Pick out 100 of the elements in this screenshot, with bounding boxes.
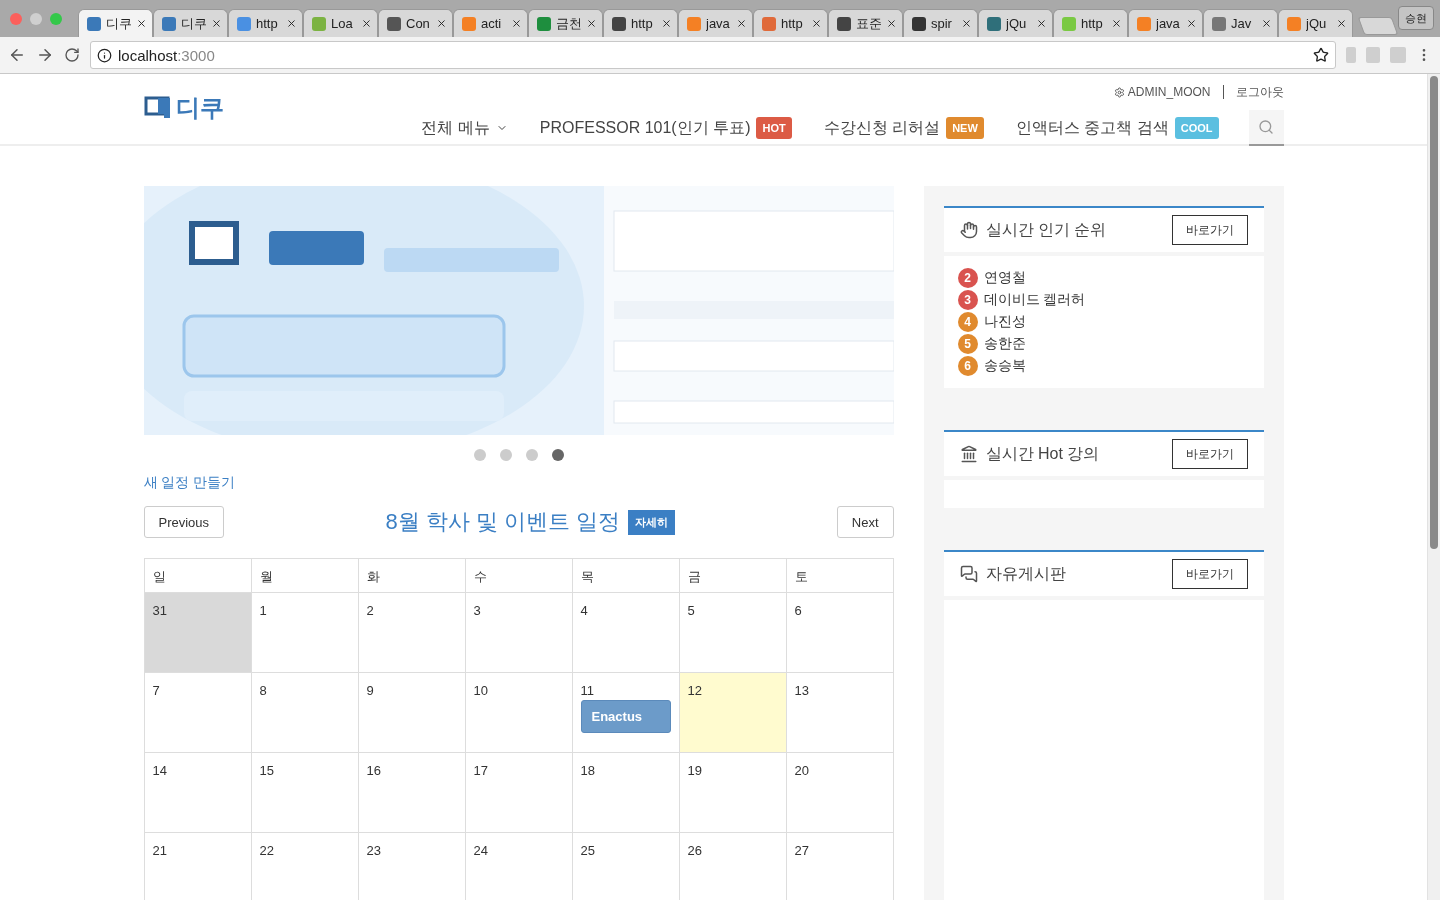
calendar-cell[interactable]: 1 xyxy=(251,593,359,673)
nav-link[interactable]: PROFESSOR 101(인기 투표) HOT xyxy=(539,117,792,139)
browser-tab[interactable]: jQu xyxy=(1278,9,1353,37)
search-button[interactable] xyxy=(1248,110,1284,146)
panel-title: 실시간 인기 순위 xyxy=(985,219,1108,240)
close-icon[interactable] xyxy=(286,18,297,29)
user-link[interactable]: ADMIN_MOON xyxy=(1113,85,1211,99)
rank-badge: 5 xyxy=(957,334,978,354)
browser-tab[interactable]: 표준 xyxy=(828,9,903,37)
carousel-dot[interactable] xyxy=(525,449,538,461)
day-number: 24 xyxy=(473,843,489,858)
calendar-cell[interactable]: 3 xyxy=(465,593,573,673)
browser-tab[interactable]: http xyxy=(228,9,303,37)
close-icon[interactable] xyxy=(1111,18,1122,29)
close-icon[interactable] xyxy=(586,18,597,29)
calendar-cell[interactable]: 8 xyxy=(251,673,359,753)
bank-icon xyxy=(959,445,978,463)
browser-tab[interactable]: Con xyxy=(378,9,453,37)
calendar-cell[interactable]: 5 xyxy=(679,593,787,673)
browser-tab[interactable]: Loa xyxy=(303,9,378,37)
browser-tab[interactable]: jQu xyxy=(978,9,1053,37)
carousel-dot[interactable] xyxy=(473,449,486,461)
previous-button[interactable]: Previous xyxy=(143,506,225,538)
browser-tab[interactable]: Jav xyxy=(1203,9,1278,37)
calendar-cell[interactable]: 16 xyxy=(358,753,466,833)
reload-icon[interactable] xyxy=(64,47,80,63)
calendar-cell[interactable]: 17 xyxy=(465,753,573,833)
ranked-name[interactable]: 연영철 xyxy=(983,269,1026,287)
site-logo[interactable]: 디쿠 xyxy=(143,74,224,124)
day-number: 7 xyxy=(152,683,161,698)
calendar-cell[interactable]: 6 xyxy=(786,593,894,673)
close-icon[interactable] xyxy=(136,18,147,29)
calendar-cell[interactable]: 20 xyxy=(786,753,894,833)
close-icon[interactable] xyxy=(886,18,897,29)
browser-tab[interactable]: http xyxy=(603,9,678,37)
shortcut-button[interactable]: 바로가기 xyxy=(1171,215,1248,245)
profile-button[interactable]: 승현 xyxy=(1398,6,1434,30)
calendar-cell[interactable]: 19 xyxy=(679,753,787,833)
close-icon[interactable] xyxy=(1261,18,1272,29)
calendar-cell[interactable]: 13 xyxy=(786,673,894,753)
new-event-link[interactable]: 새 일정 만들기 xyxy=(143,474,236,492)
day-number: 10 xyxy=(473,683,489,698)
close-icon[interactable] xyxy=(811,18,822,29)
close-icon[interactable] xyxy=(1336,18,1347,29)
detail-button[interactable]: 자세히 xyxy=(628,509,676,535)
shortcut-button[interactable]: 바로가기 xyxy=(1171,439,1248,469)
close-icon[interactable] xyxy=(436,18,447,29)
back-icon[interactable] xyxy=(8,46,26,64)
close-icon[interactable] xyxy=(1036,18,1047,29)
calendar-cell[interactable]: 12 xyxy=(679,673,787,753)
carousel-dot[interactable] xyxy=(551,449,564,461)
calendar-cell[interactable]: 7 xyxy=(144,673,252,753)
rank-badge: 4 xyxy=(957,312,978,332)
calendar-cell[interactable]: 15 xyxy=(251,753,359,833)
browser-tab[interactable]: http xyxy=(753,9,828,37)
close-icon[interactable] xyxy=(736,18,747,29)
browser-tab[interactable]: acti xyxy=(453,9,528,37)
calendar-cell[interactable]: 10 xyxy=(465,673,573,753)
close-icon[interactable] xyxy=(211,18,222,29)
shortcut-button[interactable]: 바로가기 xyxy=(1171,559,1248,589)
nav-link[interactable]: 수강신청 리허설 NEW xyxy=(823,117,984,139)
bookmark-star-icon[interactable] xyxy=(1313,47,1329,63)
browser-tab[interactable]: 디쿠 xyxy=(153,9,228,37)
address-field[interactable]: localhost:3000 xyxy=(90,41,1336,69)
next-button[interactable]: Next xyxy=(836,506,894,538)
info-icon[interactable] xyxy=(97,47,112,63)
ranked-name[interactable]: 송승복 xyxy=(983,357,1026,375)
close-icon[interactable] xyxy=(961,18,972,29)
nav-link[interactable]: 전체 메뉴 xyxy=(421,117,508,139)
close-icon[interactable] xyxy=(361,18,372,29)
calendar-cell[interactable]: 18 xyxy=(572,753,680,833)
nav-link[interactable]: 인액터스 중고책 검색 COOL xyxy=(1015,117,1219,139)
ranked-name[interactable]: 나진성 xyxy=(983,313,1026,331)
forward-icon[interactable] xyxy=(36,46,54,64)
calendar-cell[interactable]: 11 Enactus xyxy=(572,673,680,753)
calendar-cell[interactable]: 9 xyxy=(358,673,466,753)
browser-tab[interactable]: 금천 xyxy=(528,9,603,37)
browser-tab[interactable]: java xyxy=(1128,9,1203,37)
day-number: 14 xyxy=(152,763,168,778)
close-icon[interactable] xyxy=(661,18,672,29)
scrollbar[interactable] xyxy=(1427,74,1440,900)
day-number: 25 xyxy=(580,843,596,858)
calendar-cell[interactable]: 31 xyxy=(144,593,252,673)
browser-tab[interactable]: http xyxy=(1053,9,1128,37)
scrollbar-thumb[interactable] xyxy=(1430,76,1438,549)
browser-tab[interactable]: spir xyxy=(903,9,978,37)
calendar-cell[interactable]: 2 xyxy=(358,593,466,673)
calendar-cell[interactable]: 14 xyxy=(144,753,252,833)
nav-badge: HOT xyxy=(756,117,792,139)
ranked-name[interactable]: 데이비드 켈러허 xyxy=(983,291,1086,309)
browser-tab[interactable]: 디쿠 xyxy=(78,9,153,37)
calendar-cell[interactable]: 4 xyxy=(572,593,680,673)
day-number: 15 xyxy=(259,763,275,778)
logout-link[interactable]: 로그아웃 xyxy=(1235,83,1284,101)
close-icon[interactable] xyxy=(1186,18,1197,29)
carousel-dot[interactable] xyxy=(499,449,512,461)
close-icon[interactable] xyxy=(511,18,522,29)
ranked-name[interactable]: 송한준 xyxy=(983,335,1026,353)
day-number: 19 xyxy=(687,763,703,778)
browser-tab[interactable]: java xyxy=(678,9,753,37)
